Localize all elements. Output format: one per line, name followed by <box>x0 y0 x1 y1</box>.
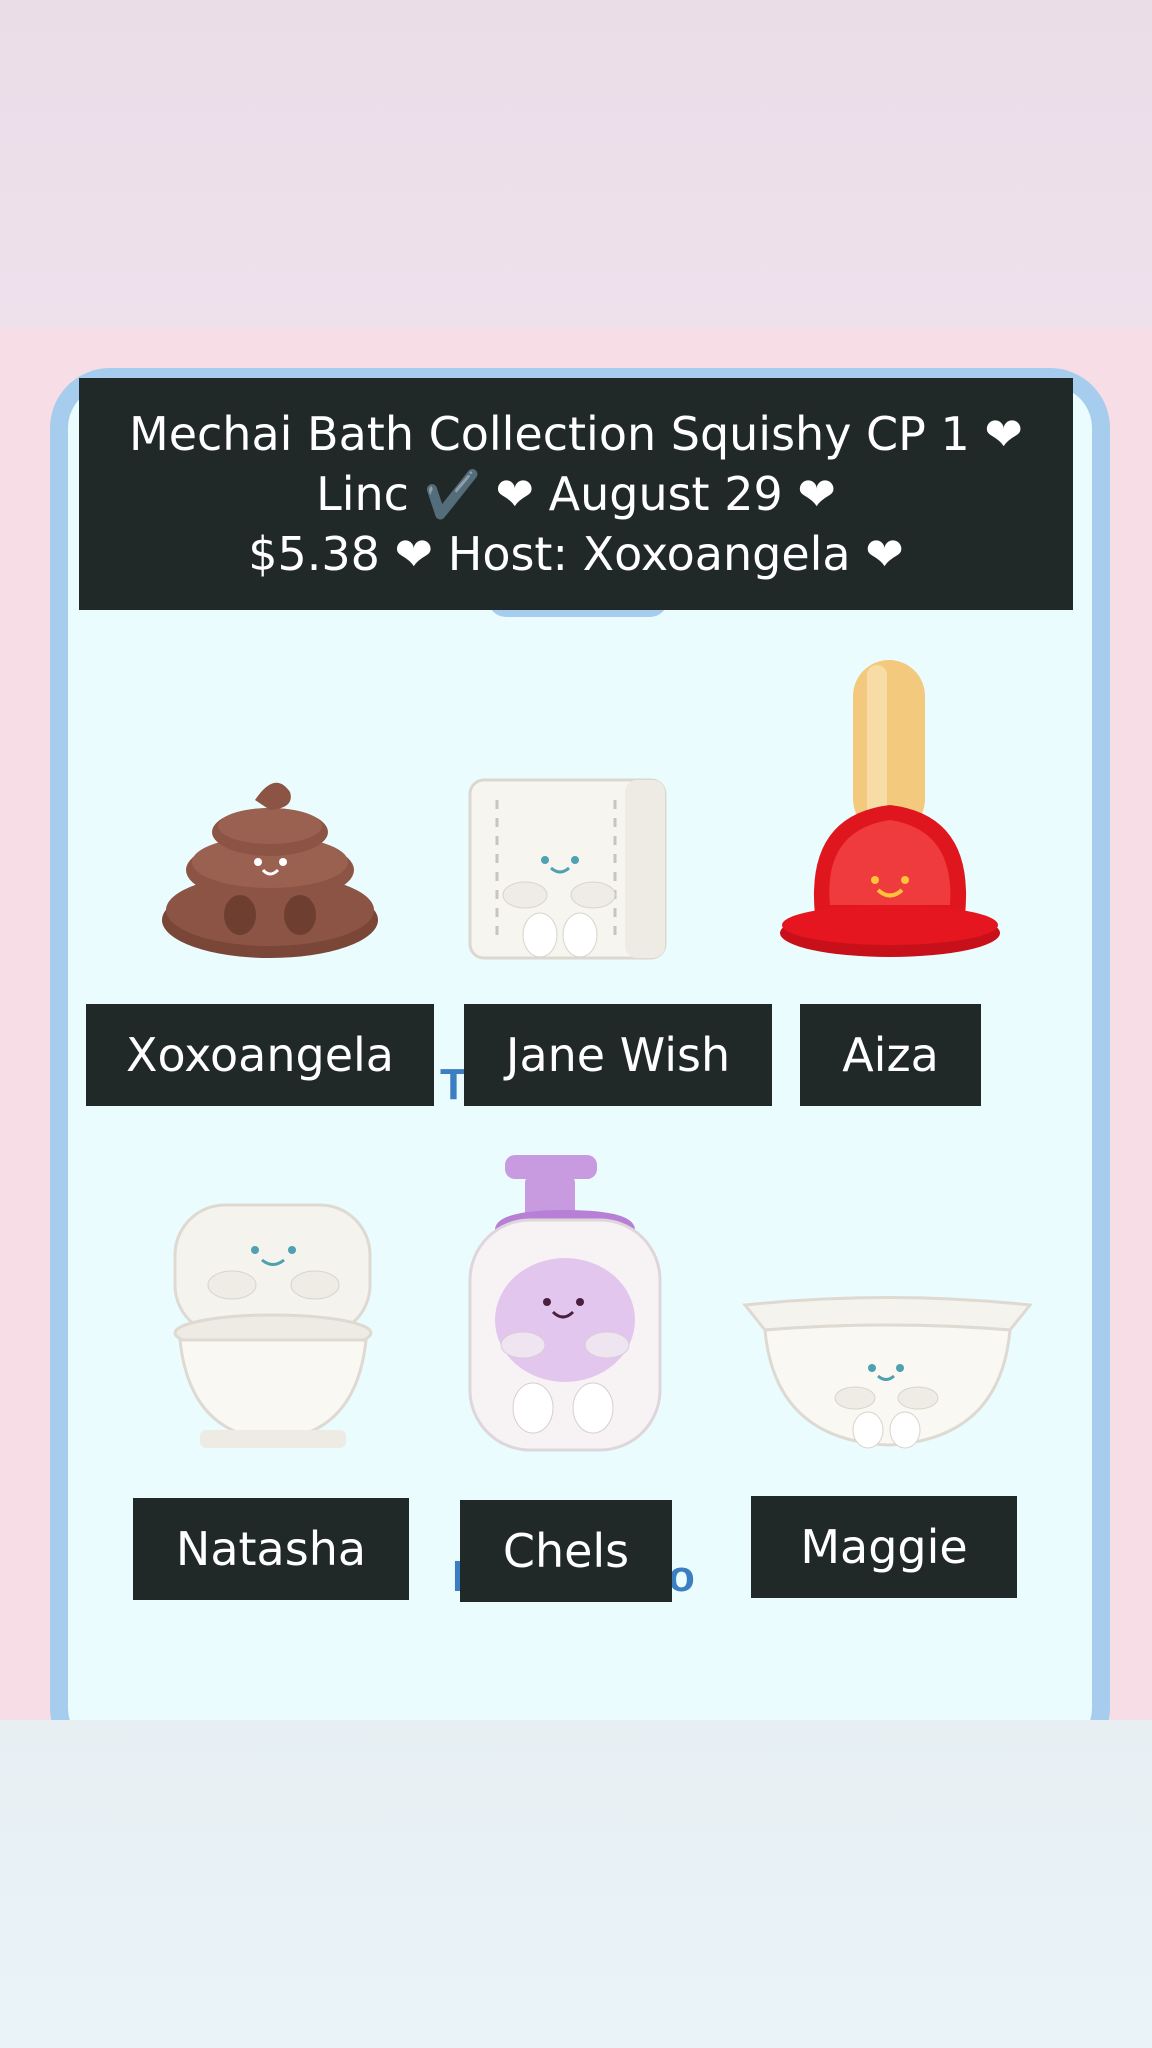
background-letter: o <box>668 1552 695 1601</box>
title-line-2: Linc ✔️ ❤ August 29 ❤ <box>316 467 836 521</box>
bottom-background <box>0 1720 1152 2048</box>
title-line-3: $5.38 ❤ Host: Xoxoangela ❤ <box>248 527 904 581</box>
title-banner: Mechai Bath Collection Squishy CP 1 ❤ Li… <box>79 378 1073 610</box>
poop-squishy-icon <box>162 782 378 958</box>
toilet-paper-squishy-icon <box>468 778 667 960</box>
name-label-jane-wish: Jane Wish <box>464 1004 772 1106</box>
name-label-maggie: Maggie <box>751 1496 1017 1598</box>
name-label-natasha: Natasha <box>133 1498 409 1600</box>
top-background <box>0 0 1152 328</box>
plunger-squishy-icon <box>780 660 1000 957</box>
name-label-chels: Chels <box>460 1500 672 1602</box>
bathtub-squishy-icon <box>742 1296 1033 1449</box>
title-line-1: Mechai Bath Collection Squishy CP 1 ❤ <box>129 407 1023 461</box>
name-label-aiza: Aiza <box>800 1004 981 1106</box>
name-label-xoxoangela: Xoxoangela <box>86 1004 434 1106</box>
background-letter: T <box>440 1060 467 1109</box>
soap-bottle-squishy-icon <box>468 1155 662 1452</box>
toilet-squishy-icon <box>173 1203 373 1448</box>
